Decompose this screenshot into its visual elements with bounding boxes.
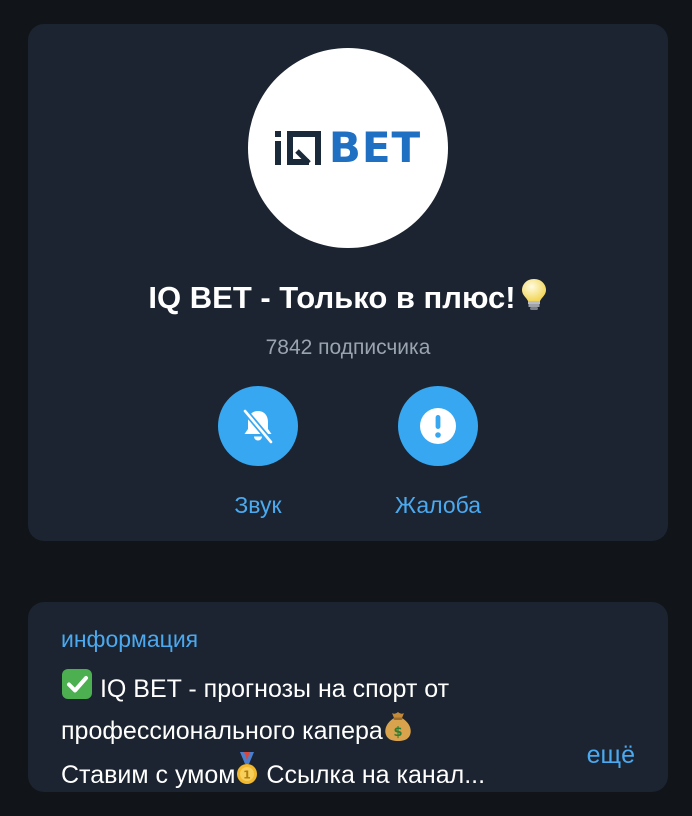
svg-text:1: 1 bbox=[244, 769, 252, 782]
show-more-link[interactable]: ещё bbox=[587, 738, 635, 773]
money-bag-icon: $ bbox=[383, 710, 413, 752]
logo-text: BET bbox=[328, 123, 422, 172]
description-line: профессионального капера $ bbox=[61, 710, 631, 752]
report-button[interactable] bbox=[398, 386, 478, 466]
channel-avatar[interactable]: BET bbox=[248, 48, 448, 248]
channel-title: IQ BET - Только в плюс! bbox=[28, 278, 668, 322]
bell-muted-icon bbox=[242, 408, 274, 445]
info-card: информация IQ BET - прогнозы на спорт от… bbox=[28, 602, 668, 792]
exclamation-icon bbox=[420, 408, 456, 444]
svg-text:$: $ bbox=[393, 725, 402, 740]
check-mark-button-icon bbox=[61, 668, 93, 710]
medal-icon: 1 bbox=[235, 752, 259, 796]
sound-label[interactable]: Звук bbox=[198, 491, 318, 519]
profile-card: BET IQ BET - Только в плюс! 7842 подписч… bbox=[28, 24, 668, 541]
report-action[interactable]: Жалоба bbox=[378, 386, 498, 519]
description-line: IQ BET - прогнозы на спорт от bbox=[61, 668, 631, 710]
description-line: Ставим с умом 1 Ссылка на канал... bbox=[61, 752, 631, 796]
description-line-3a: Ставим с умом bbox=[61, 761, 236, 789]
info-header: информация bbox=[61, 626, 199, 652]
channel-description: IQ BET - прогнозы на спорт от профессион… bbox=[61, 668, 631, 796]
description-line-2: профессионального капера bbox=[61, 717, 383, 745]
light-bulb-icon bbox=[520, 278, 548, 322]
iq-logo-mark-icon bbox=[274, 131, 321, 165]
channel-info-page: BET IQ BET - Только в плюс! 7842 подписч… bbox=[0, 0, 692, 816]
sound-action[interactable]: Звук bbox=[198, 386, 318, 519]
description-line-1: IQ BET - прогнозы на спорт от bbox=[99, 675, 450, 703]
sound-button[interactable] bbox=[218, 386, 298, 466]
report-label[interactable]: Жалоба bbox=[378, 491, 498, 519]
subscriber-count: 7842 подписчика bbox=[265, 336, 431, 359]
iq-bet-logo: BET bbox=[274, 123, 422, 172]
description-line-3b: Ссылка на канал... bbox=[266, 761, 486, 789]
channel-title-text: IQ BET - Только в плюс! bbox=[148, 280, 516, 315]
